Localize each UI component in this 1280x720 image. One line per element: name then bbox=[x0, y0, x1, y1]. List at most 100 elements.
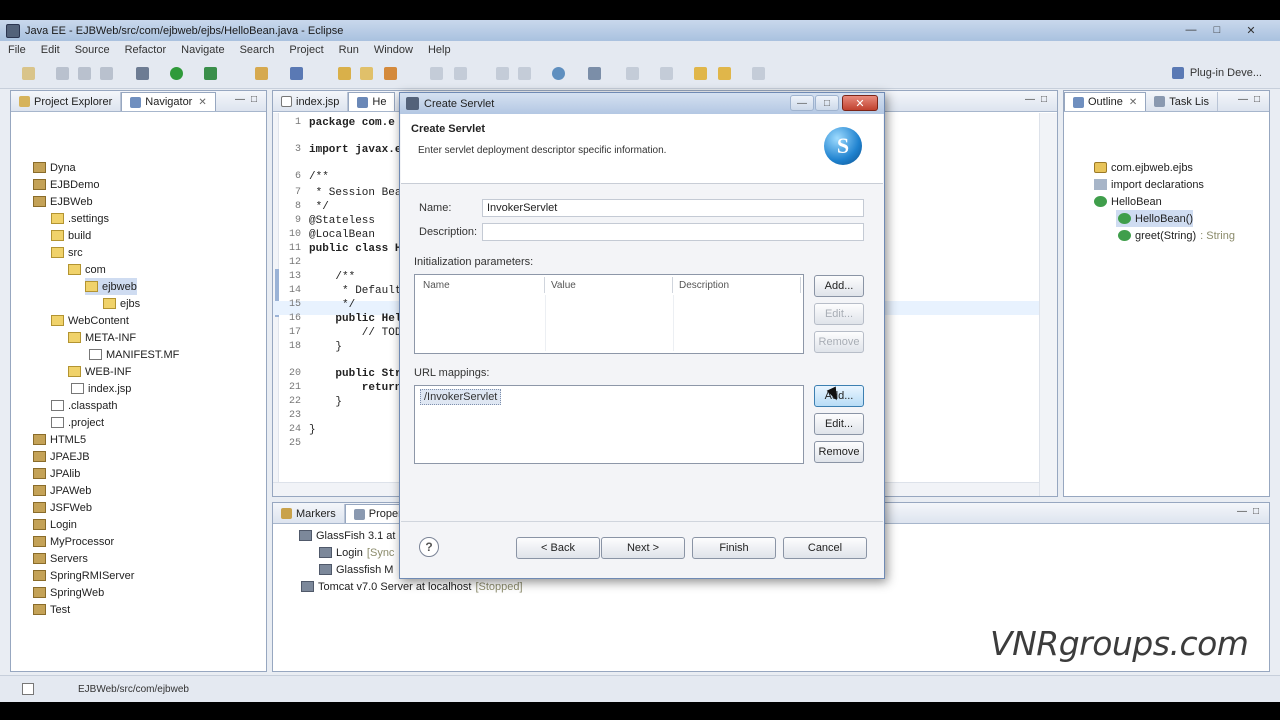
column-header-name[interactable]: Name bbox=[417, 277, 545, 293]
tab-hellobean-java[interactable]: He bbox=[348, 92, 396, 111]
tree-item[interactable]: Login bbox=[33, 516, 77, 533]
close-button[interactable]: ✕ bbox=[1240, 22, 1262, 38]
tree-item[interactable]: SpringRMIServer bbox=[33, 567, 134, 584]
tree-item[interactable]: WEB-INF bbox=[68, 363, 131, 380]
back-icon[interactable] bbox=[694, 67, 707, 80]
minimize-view-icon[interactable]: — bbox=[235, 94, 245, 105]
new-java-project-icon[interactable] bbox=[255, 67, 268, 80]
tree-item[interactable]: SpringWeb bbox=[33, 584, 104, 601]
close-icon[interactable]: ✕ bbox=[1129, 97, 1137, 108]
tree-item[interactable]: EJBDemo bbox=[33, 176, 100, 193]
description-input[interactable] bbox=[482, 223, 864, 241]
search-icon[interactable] bbox=[384, 67, 397, 80]
column-header-value[interactable]: Value bbox=[545, 277, 673, 293]
tree-item[interactable]: MyProcessor bbox=[33, 533, 114, 550]
tree-item[interactable]: Test bbox=[33, 601, 70, 618]
tree-item[interactable]: EJBWeb bbox=[33, 193, 93, 210]
web-service-icon[interactable] bbox=[588, 67, 601, 80]
help-icon[interactable]: ? bbox=[419, 537, 439, 557]
menu-navigate[interactable]: Navigate bbox=[181, 44, 224, 56]
minimize-button[interactable]: — bbox=[1180, 22, 1202, 38]
minimize-editor-icon[interactable]: — bbox=[1025, 94, 1035, 105]
url-mapping-item[interactable]: /InvokerServlet bbox=[420, 389, 502, 405]
tree-item[interactable]: WebContent bbox=[51, 312, 129, 329]
init-remove-button[interactable]: Remove bbox=[814, 331, 864, 353]
tree-item[interactable]: JSFWeb bbox=[33, 499, 92, 516]
url-mappings-list[interactable]: /InvokerServlet bbox=[414, 385, 804, 464]
menu-file[interactable]: File bbox=[8, 44, 26, 56]
init-params-table[interactable]: Name Value Description bbox=[414, 274, 804, 354]
menu-refactor[interactable]: Refactor bbox=[125, 44, 167, 56]
tree-item[interactable]: com.ejbweb.ejbs bbox=[1094, 159, 1193, 176]
open-task-icon[interactable] bbox=[360, 67, 373, 80]
toggle-mark-icon[interactable] bbox=[454, 67, 467, 80]
tab-project-explorer[interactable]: Project Explorer bbox=[11, 92, 122, 111]
print-icon[interactable] bbox=[100, 67, 113, 80]
maximize-view-icon[interactable]: □ bbox=[251, 94, 257, 105]
tree-item[interactable]: Tomcat v7.0 Server at localhost [Stopped] bbox=[301, 578, 523, 595]
tree-item[interactable]: Login [Sync bbox=[319, 544, 394, 561]
dialog-close-button[interactable]: ✕ bbox=[842, 95, 878, 111]
tree-item[interactable]: ejbs bbox=[103, 295, 140, 312]
minimize-view-icon[interactable]: — bbox=[1238, 94, 1248, 105]
menu-project[interactable]: Project bbox=[289, 44, 323, 56]
tree-item[interactable]: MANIFEST.MF bbox=[89, 346, 179, 363]
tree-item[interactable]: import declarations bbox=[1094, 176, 1204, 193]
new-icon[interactable] bbox=[22, 67, 35, 80]
previous-annotation-icon[interactable] bbox=[660, 67, 673, 80]
tree-item[interactable]: HelloBean bbox=[1094, 193, 1162, 210]
tree-item-selected[interactable]: ejbweb bbox=[85, 278, 137, 295]
finish-button[interactable]: Finish bbox=[692, 537, 776, 559]
url-edit-button[interactable]: Edit... bbox=[814, 413, 864, 435]
next-annotation-icon[interactable] bbox=[626, 67, 639, 80]
url-remove-button[interactable]: Remove bbox=[814, 441, 864, 463]
show-whitespace-icon[interactable] bbox=[518, 67, 531, 80]
tab-index-jsp[interactable]: index.jsp bbox=[273, 92, 349, 111]
menu-search[interactable]: Search bbox=[240, 44, 275, 56]
dialog-maximize-button[interactable]: □ bbox=[815, 95, 839, 111]
tree-item[interactable]: .settings bbox=[51, 210, 109, 227]
maximize-view-icon[interactable]: □ bbox=[1254, 94, 1260, 105]
tree-item[interactable]: JPAWeb bbox=[33, 482, 91, 499]
dialog-minimize-button[interactable]: — bbox=[790, 95, 814, 111]
tree-item[interactable]: src bbox=[51, 244, 83, 261]
close-icon[interactable]: ✕ bbox=[198, 97, 206, 108]
last-edit-icon[interactable] bbox=[752, 67, 765, 80]
annotation-icon[interactable] bbox=[430, 67, 443, 80]
tab-markers[interactable]: Markers bbox=[273, 504, 345, 523]
block-select-icon[interactable] bbox=[496, 67, 509, 80]
menu-window[interactable]: Window bbox=[374, 44, 413, 56]
tree-item[interactable]: Glassfish M bbox=[319, 561, 393, 578]
menu-help[interactable]: Help bbox=[428, 44, 451, 56]
tree-item[interactable]: .classpath bbox=[51, 397, 118, 414]
debug-icon[interactable] bbox=[136, 67, 149, 80]
menu-run[interactable]: Run bbox=[339, 44, 359, 56]
open-type-icon[interactable] bbox=[338, 67, 351, 80]
perspective-plugin-development[interactable]: Plug-in Deve... bbox=[1171, 67, 1262, 79]
next-button[interactable]: Next > bbox=[601, 537, 685, 559]
tree-item[interactable]: GlassFish 3.1 at l bbox=[299, 527, 401, 544]
tree-item[interactable]: JPAlib bbox=[33, 465, 80, 482]
maximize-view-icon[interactable]: □ bbox=[1253, 506, 1259, 517]
new-server-icon[interactable] bbox=[290, 67, 303, 80]
init-add-button[interactable]: Add... bbox=[814, 275, 864, 297]
save-icon[interactable] bbox=[56, 67, 69, 80]
tree-item[interactable]: HTML5 bbox=[33, 431, 86, 448]
maximize-editor-icon[interactable]: □ bbox=[1041, 94, 1047, 105]
cancel-button[interactable]: Cancel bbox=[783, 537, 867, 559]
tree-item[interactable]: META-INF bbox=[68, 329, 136, 346]
tab-task-list[interactable]: Task Lis bbox=[1146, 92, 1218, 111]
tree-item[interactable]: JPAEJB bbox=[33, 448, 90, 465]
maximize-button[interactable]: □ bbox=[1206, 22, 1228, 38]
tab-outline[interactable]: Outline ✕ bbox=[1064, 92, 1147, 111]
forward-icon[interactable] bbox=[718, 67, 731, 80]
tree-item[interactable]: greet(String): String bbox=[1116, 227, 1235, 244]
minimize-view-icon[interactable]: — bbox=[1237, 506, 1247, 517]
tab-navigator[interactable]: Navigator ✕ bbox=[121, 92, 216, 111]
back-button[interactable]: < Back bbox=[516, 537, 600, 559]
name-input[interactable]: InvokerServlet bbox=[482, 199, 864, 217]
column-header-description[interactable]: Description bbox=[673, 277, 801, 293]
tree-item[interactable]: Servers bbox=[33, 550, 88, 567]
init-edit-button[interactable]: Edit... bbox=[814, 303, 864, 325]
tree-item[interactable]: Dyna bbox=[33, 159, 76, 176]
